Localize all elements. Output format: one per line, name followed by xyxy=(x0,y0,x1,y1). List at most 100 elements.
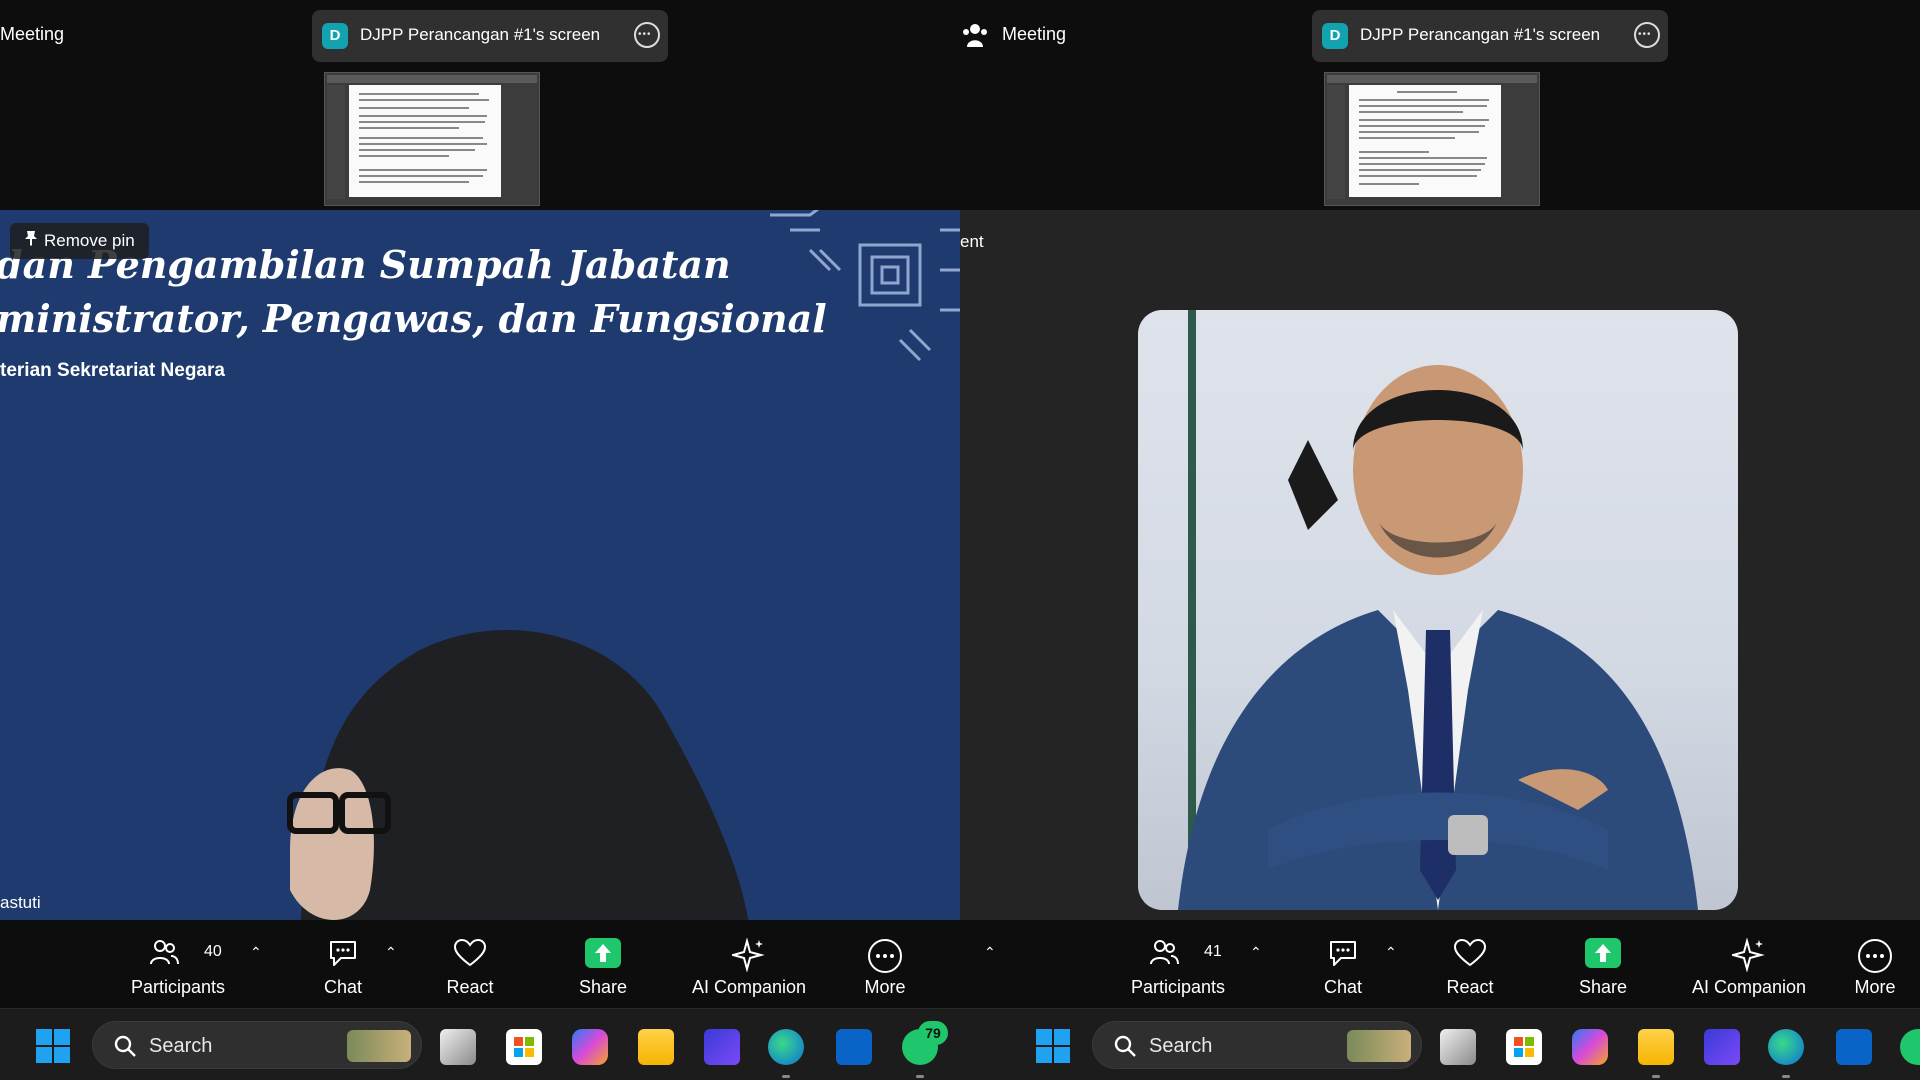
document-page xyxy=(1349,85,1501,197)
running-indicator xyxy=(782,1075,790,1078)
outlook-icon[interactable] xyxy=(1836,1029,1872,1065)
chat-icon xyxy=(1327,938,1359,973)
participants-icon xyxy=(149,938,179,971)
meeting-toolbar: 40 Participants ⌃ Chat ⌃ React Share AI … xyxy=(0,920,960,1008)
share-label: Share xyxy=(578,977,628,997)
screen-share-label: DJPP Perancangan #1's screen xyxy=(1360,25,1601,44)
person-portrait xyxy=(1178,310,1698,910)
pinned-video: dan Pengambilan Sumpah Jabatan ministrat… xyxy=(0,210,960,920)
right-zoom-window: Meeting D DJPP Perancangan #1's screen •… xyxy=(960,0,1920,1080)
pin-icon xyxy=(24,223,38,259)
meeting-label: Meeting xyxy=(1002,24,1067,44)
task-view-icon[interactable] xyxy=(1440,1029,1476,1065)
left-zoom-window: Meeting D DJPP Perancangan #1's screen •… xyxy=(0,0,960,1080)
screen-share-selector[interactable]: D DJPP Perancangan #1's screen xyxy=(312,10,668,62)
react-label: React xyxy=(446,977,494,997)
search-label: Search xyxy=(149,1035,213,1057)
remove-pin-label: Remove pin xyxy=(44,231,135,250)
search-icon xyxy=(113,1034,137,1063)
more-icon xyxy=(867,938,903,979)
search-label: Search xyxy=(1149,1035,1213,1057)
task-view-icon[interactable] xyxy=(440,1029,476,1065)
sparkle-icon xyxy=(1729,937,1766,977)
screen-share-selector[interactable]: D DJPP Perancangan #1's screen xyxy=(1312,10,1668,62)
more-label: More xyxy=(864,977,906,997)
edge-icon[interactable] xyxy=(1768,1029,1804,1065)
whatsapp-icon[interactable] xyxy=(1900,1029,1920,1065)
copilot-icon[interactable] xyxy=(572,1029,608,1065)
taskbar-search[interactable]: Search xyxy=(1092,1021,1422,1069)
more-options-icon[interactable] xyxy=(634,22,660,48)
share-avatar: D xyxy=(322,23,348,49)
heart-icon xyxy=(453,938,487,973)
app-icon[interactable] xyxy=(1704,1029,1740,1065)
participant-video: ent xyxy=(960,210,1920,920)
partial-label: ent xyxy=(960,232,984,251)
participant-name-tag: astuti xyxy=(0,893,41,912)
outlook-icon[interactable] xyxy=(836,1029,872,1065)
chat-label: Chat xyxy=(1323,977,1363,997)
copilot-icon[interactable] xyxy=(1572,1029,1608,1065)
chat-label: Chat xyxy=(323,977,363,997)
react-button[interactable]: React xyxy=(435,920,505,1008)
more-label: More xyxy=(1854,977,1896,997)
ai-companion-label: AI Companion xyxy=(1691,977,1807,997)
share-button[interactable]: Share xyxy=(568,920,638,1008)
running-indicator xyxy=(916,1075,924,1078)
running-indicator xyxy=(1652,1075,1660,1078)
screen-share-label: DJPP Perancangan #1's screen xyxy=(360,25,601,44)
more-icon xyxy=(1857,938,1893,979)
participants-button[interactable]: 40 Participants xyxy=(120,920,236,1008)
react-button[interactable]: React xyxy=(1435,920,1505,1008)
whatsapp-badge: 79 xyxy=(918,1021,948,1045)
running-indicator xyxy=(1782,1075,1790,1078)
video-caret-icon[interactable]: ⌃ xyxy=(984,944,996,961)
heart-icon xyxy=(1453,938,1487,973)
search-highlight-image xyxy=(1347,1030,1411,1062)
chat-caret-icon[interactable]: ⌃ xyxy=(1385,944,1397,961)
participants-icon xyxy=(1149,938,1179,971)
edge-icon[interactable] xyxy=(768,1029,804,1065)
meeting-toolbar: ⌃ 41 Participants ⌃ Chat ⌃ React Share A… xyxy=(960,920,1920,1008)
share-button[interactable]: Share xyxy=(1568,920,1638,1008)
more-options-icon[interactable] xyxy=(1634,22,1660,48)
slide-subtitle: terian Sekretariat Negara xyxy=(0,360,225,381)
participants-count: 40 xyxy=(204,943,222,960)
chat-icon xyxy=(327,938,359,973)
share-icon xyxy=(585,938,621,973)
remove-pin-button[interactable]: Remove pin xyxy=(10,223,149,259)
windows-start-icon[interactable] xyxy=(36,1029,70,1063)
store-icon[interactable] xyxy=(506,1029,542,1065)
chat-button[interactable]: Chat xyxy=(308,920,378,1008)
ai-companion-button[interactable]: AI Companion xyxy=(688,920,810,1008)
more-button[interactable]: More xyxy=(850,920,920,1008)
share-icon xyxy=(1585,938,1621,973)
meeting-participants-icon xyxy=(962,22,988,53)
profile-photo xyxy=(1138,310,1738,910)
meeting-label: Meeting xyxy=(0,24,65,44)
file-explorer-icon[interactable] xyxy=(638,1029,674,1065)
more-button[interactable]: More xyxy=(1840,920,1910,1008)
shared-screen-thumbnail[interactable] xyxy=(324,72,540,206)
participants-caret-icon[interactable]: ⌃ xyxy=(250,944,262,961)
windows-start-icon[interactable] xyxy=(1036,1029,1070,1063)
chat-button[interactable]: Chat xyxy=(1308,920,1378,1008)
ai-companion-button[interactable]: AI Companion xyxy=(1688,920,1810,1008)
react-label: React xyxy=(1446,977,1494,997)
participants-count: 41 xyxy=(1204,943,1222,960)
shared-screen-thumbnail[interactable] xyxy=(1324,72,1540,206)
participant-figure xyxy=(287,630,749,920)
share-avatar: D xyxy=(1322,23,1348,49)
taskbar-search[interactable]: Search xyxy=(92,1021,422,1069)
top-bar: Meeting D DJPP Perancangan #1's screen xyxy=(960,0,1920,66)
windows-taskbar: Search 79 Search xyxy=(0,1008,1920,1080)
search-highlight-image xyxy=(347,1030,411,1062)
store-icon[interactable] xyxy=(1506,1029,1542,1065)
ai-companion-label: AI Companion xyxy=(691,977,807,997)
file-explorer-icon[interactable] xyxy=(1638,1029,1674,1065)
participants-button[interactable]: 41 Participants xyxy=(1120,920,1236,1008)
participants-caret-icon[interactable]: ⌃ xyxy=(1250,944,1262,961)
top-bar: Meeting D DJPP Perancangan #1's screen xyxy=(0,0,960,66)
chat-caret-icon[interactable]: ⌃ xyxy=(385,944,397,961)
app-icon[interactable] xyxy=(704,1029,740,1065)
